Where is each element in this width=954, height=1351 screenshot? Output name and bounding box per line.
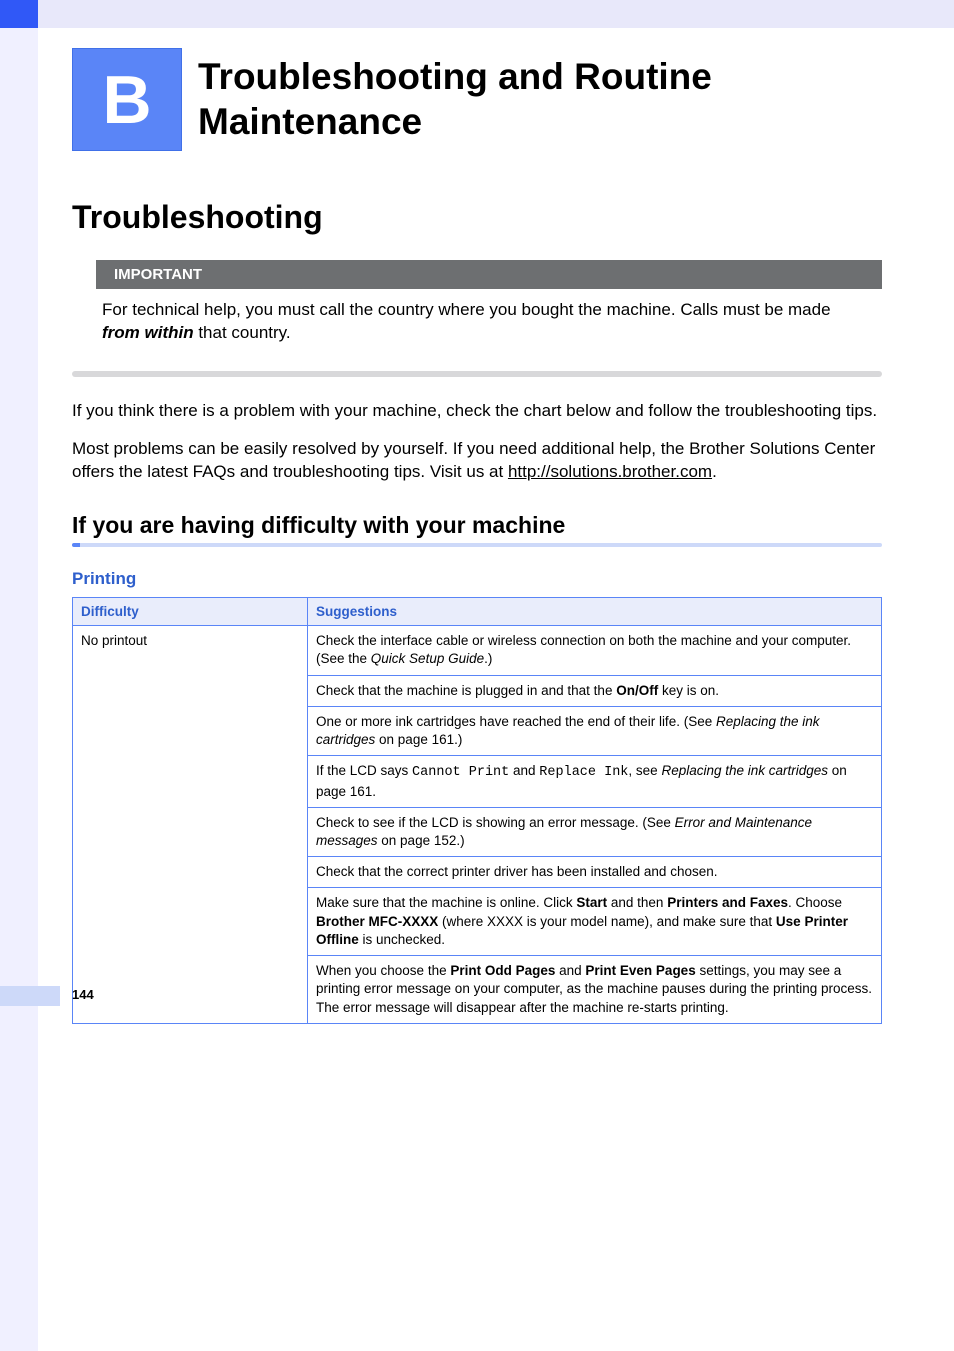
important-label: IMPORTANT [96,260,882,289]
text: One or more ink cartridges have reached … [316,714,716,729]
chapter-header: B Troubleshooting and Routine Maintenanc… [72,48,882,151]
para2-post: . [712,462,717,481]
section-heading-h1: Troubleshooting [72,199,882,236]
text: . Choose [788,895,842,910]
important-text-bold: from within [102,323,194,342]
text-italic: Quick Setup Guide [371,651,484,666]
para2-pre: Most problems can be easily resolved by … [72,439,875,482]
text-bold: Print Even Pages [585,963,695,978]
text: key is on. [658,683,719,698]
text-italic: Replacing the ink cartridges [661,763,828,778]
cell-suggestion: Check that the correct printer driver ha… [308,857,882,888]
page-number: 144 [72,987,94,1002]
th-difficulty: Difficulty [73,598,308,626]
body-para-2: Most problems can be easily resolved by … [72,437,882,485]
body-para-1: If you think there is a problem with you… [72,399,882,423]
cell-suggestion: Check that the machine is plugged in and… [308,675,882,706]
cell-suggestion: One or more ink cartridges have reached … [308,706,882,755]
text: .) [484,651,492,666]
cell-suggestion: When you choose the Print Odd Pages and … [308,956,882,1024]
text-bold: Printers and Faxes [667,895,788,910]
text: (where XXXX is your model name), and mak… [438,914,776,929]
text: on page 161.) [375,732,462,747]
text: Check to see if the LCD is showing an er… [316,815,675,830]
section-heading-h3: Printing [72,569,882,589]
text-bold: Brother MFC-XXXX [316,914,438,929]
text-bold: Print Odd Pages [450,963,555,978]
important-text-post: that country. [194,323,291,342]
text: is unchecked. [359,932,445,947]
text-mono: Replace Ink [539,765,628,780]
cell-difficulty: No printout [73,626,308,1024]
important-body: For technical help, you must call the co… [84,289,882,359]
h2-divider [72,543,882,547]
table-row: No printout Check the interface cable or… [73,626,882,675]
chapter-title: Troubleshooting and Routine Maintenance [198,55,882,144]
text-bold: Start [576,895,607,910]
section-heading-h2: If you are having difficulty with your m… [72,512,882,539]
solutions-link[interactable]: http://solutions.brother.com [508,462,712,481]
text: and then [607,895,667,910]
troubleshooting-table: Difficulty Suggestions No printout Check… [72,597,882,1024]
cell-suggestion: Make sure that the machine is online. Cl… [308,888,882,956]
text: Check that the correct printer driver ha… [316,864,717,879]
text-bold: On/Off [616,683,658,698]
text: and [555,963,585,978]
chapter-badge: B [72,48,182,151]
important-callout: IMPORTANT For technical help, you must c… [84,260,882,359]
table-header-row: Difficulty Suggestions [73,598,882,626]
important-divider [72,371,882,377]
cell-suggestion: Check the interface cable or wireless co… [308,626,882,675]
text: on page 152.) [378,833,465,848]
text: Make sure that the machine is online. Cl… [316,895,576,910]
text: If the LCD says [316,763,412,778]
cell-suggestion: Check to see if the LCD is showing an er… [308,807,882,856]
text: , see [628,763,661,778]
th-suggestions: Suggestions [308,598,882,626]
text: and [509,763,539,778]
text: Check that the machine is plugged in and… [316,683,616,698]
cell-suggestion: If the LCD says Cannot Print and Replace… [308,756,882,807]
important-text-pre: For technical help, you must call the co… [102,300,831,319]
text-mono: Cannot Print [412,765,509,780]
text: When you choose the [316,963,450,978]
